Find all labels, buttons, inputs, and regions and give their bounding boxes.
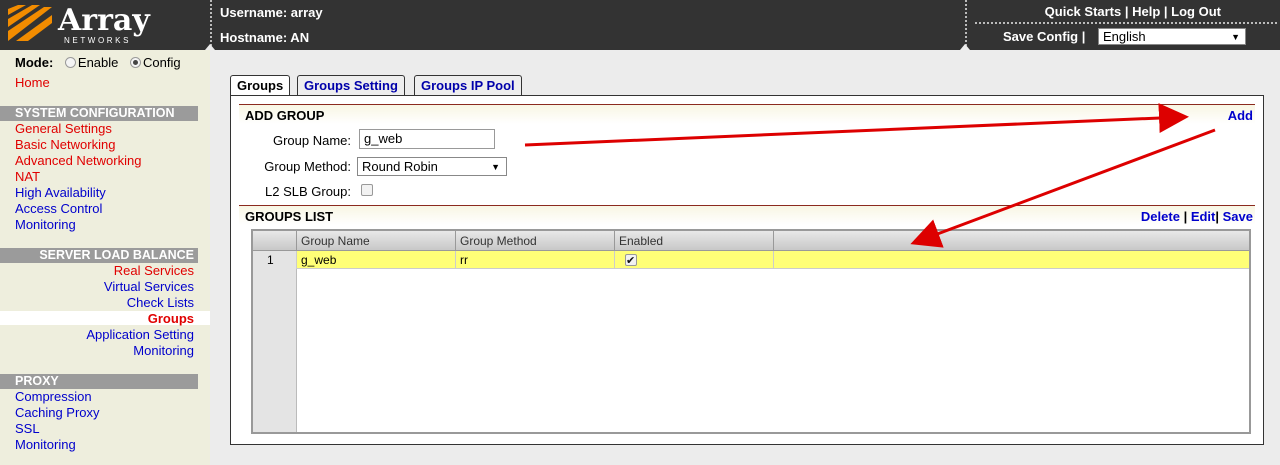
sidebar-item-monitoring[interactable]: Monitoring: [15, 217, 76, 232]
sidebar-item-virtual-services[interactable]: Virtual Services: [0, 279, 194, 294]
group-method-value: Round Robin: [362, 159, 438, 174]
column-header-group-method[interactable]: Group Method: [456, 231, 615, 251]
delete-link[interactable]: Delete: [1141, 209, 1180, 224]
column-header-enabled[interactable]: Enabled: [615, 231, 774, 251]
notch-icon: [960, 44, 970, 50]
config-radio[interactable]: [130, 57, 142, 68]
server-load-balance-header: SERVER LOAD BALANCE: [0, 248, 198, 263]
edit-link[interactable]: Edit: [1191, 209, 1216, 224]
enabled-checkbox[interactable]: [625, 252, 637, 270]
sidebar-item-groups[interactable]: Groups: [0, 311, 194, 326]
group-name-input[interactable]: g_web: [359, 129, 495, 149]
logo-subtext: NETWORKS: [64, 36, 132, 45]
sidebar-item-real-services[interactable]: Real Services: [0, 263, 194, 278]
sidebar-item-compression[interactable]: Compression: [15, 389, 92, 404]
groups-list-title: GROUPS LIST: [245, 209, 334, 224]
add-group-section-header: ADD GROUP Add: [239, 104, 1255, 124]
add-group-title: ADD GROUP: [245, 108, 325, 123]
help-link[interactable]: Help: [1132, 4, 1160, 19]
dropdown-arrow-icon: ▼: [491, 162, 500, 172]
sidebar-item-check-lists[interactable]: Check Lists: [0, 295, 194, 310]
save-config-link[interactable]: Save Config: [1003, 29, 1078, 44]
groups-list-section-header: GROUPS LIST Delete | Edit| Save: [239, 205, 1255, 225]
system-configuration-header: SYSTEM CONFIGURATION: [0, 106, 198, 121]
sidebar-item-ssl[interactable]: SSL: [15, 421, 40, 436]
enable-radio-label: Enable: [77, 55, 119, 70]
mode-selector: Mode: Enable Config: [15, 55, 181, 70]
top-header: Array NETWORKS Username: array Hostname:…: [0, 0, 1280, 50]
row-number: 1: [253, 251, 297, 269]
add-link[interactable]: Add: [1228, 108, 1253, 123]
header-divider: [965, 0, 967, 50]
tab-groups-ip-pool[interactable]: Groups IP Pool: [414, 75, 522, 96]
dropdown-arrow-icon: ▼: [1231, 32, 1240, 42]
sidebar-item-high-availability[interactable]: High Availability: [15, 185, 106, 200]
sidebar-item-application-setting[interactable]: Application Setting: [0, 327, 194, 342]
logo-text: Array: [58, 3, 150, 38]
sidebar-item-proxy-monitoring[interactable]: Monitoring: [15, 437, 76, 452]
l2-slb-group-label: L2 SLB Group:: [265, 184, 351, 199]
sidebar-item-advanced-networking[interactable]: Advanced Networking: [15, 153, 141, 168]
username-label: Username: array: [220, 5, 323, 20]
group-method-select[interactable]: Round Robin ▼: [357, 157, 507, 176]
log-out-link[interactable]: Log Out: [1171, 4, 1221, 19]
table-header: Group Name Group Method Enabled: [253, 231, 1249, 251]
sidebar-item-nat[interactable]: NAT: [15, 169, 40, 184]
config-radio-label: Config: [143, 55, 181, 70]
content-panel: ADD GROUP Add Group Name: g_web Group Me…: [230, 95, 1264, 445]
link-separator: |: [1121, 4, 1133, 19]
header-divider: [210, 0, 212, 50]
table-row[interactable]: 1 g_web rr: [253, 251, 1249, 270]
row-number-header: [253, 231, 297, 251]
sidebar-item-basic-networking[interactable]: Basic Networking: [15, 137, 115, 152]
array-networks-logo: Array NETWORKS: [6, 3, 206, 47]
sidebar-item-slb-monitoring[interactable]: Monitoring: [0, 343, 194, 358]
sidebar-item-access-control[interactable]: Access Control: [15, 201, 102, 216]
link-separator: |: [1215, 209, 1223, 224]
enable-radio[interactable]: [64, 57, 76, 68]
mode-label: Mode:: [15, 55, 54, 70]
save-config-area: Save Config |: [1003, 29, 1085, 44]
save-link[interactable]: Save: [1223, 209, 1253, 224]
cell-group-name: g_web: [297, 251, 456, 269]
hostname-label: Hostname: AN: [220, 30, 310, 45]
row-number-column: [253, 251, 297, 432]
column-header-group-name[interactable]: Group Name: [297, 231, 456, 251]
list-actions: Delete | Edit| Save: [1141, 209, 1253, 224]
header-links: Quick Starts | Help | Log Out: [1045, 4, 1221, 19]
tab-groups-setting[interactable]: Groups Setting: [297, 75, 405, 96]
cell-enabled: [615, 251, 774, 270]
groups-table: Group Name Group Method Enabled 1 g_web …: [251, 229, 1251, 434]
language-select[interactable]: English ▼: [1098, 28, 1246, 45]
home-link[interactable]: Home: [15, 75, 50, 90]
tab-groups[interactable]: Groups: [230, 75, 291, 97]
cell-group-method: rr: [456, 251, 615, 269]
sidebar-item-general-settings[interactable]: General Settings: [15, 121, 112, 136]
language-value: English: [1103, 29, 1146, 44]
group-method-label: Group Method:: [264, 159, 351, 174]
header-divider: [975, 22, 1277, 24]
link-separator: |: [1183, 209, 1191, 224]
sidebar-item-caching-proxy[interactable]: Caching Proxy: [15, 405, 100, 420]
proxy-header: PROXY: [0, 374, 198, 389]
group-name-label: Group Name:: [272, 133, 351, 148]
logo-mark-icon: [8, 5, 52, 41]
l2-slb-group-checkbox[interactable]: [361, 184, 373, 196]
link-separator: |: [1078, 29, 1086, 44]
quick-starts-link[interactable]: Quick Starts: [1045, 4, 1122, 19]
sidebar: Mode: Enable Config Home SYSTEM CONFIGUR…: [0, 50, 210, 465]
link-separator: |: [1160, 4, 1172, 19]
